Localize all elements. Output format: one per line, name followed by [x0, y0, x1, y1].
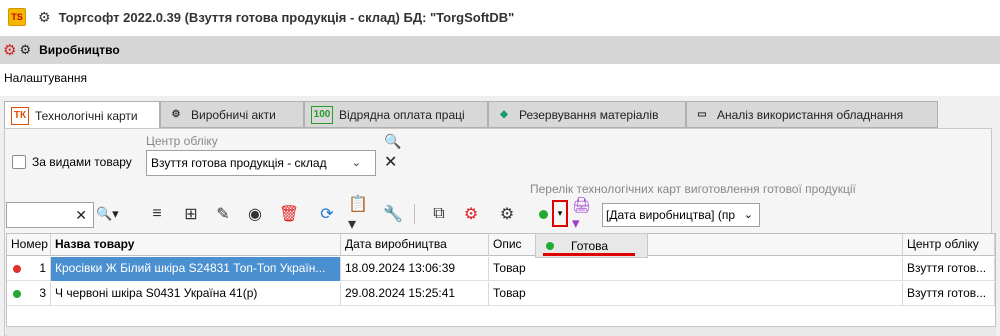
refresh-icon[interactable]: ⟳: [316, 203, 338, 225]
gear-icon: ⚙: [171, 109, 181, 120]
settings-gear-icon[interactable]: ⚙: [38, 9, 51, 26]
edit-icon[interactable]: ✎: [212, 203, 234, 225]
status-red-icon: [13, 265, 21, 273]
sort-value: [Дата виробництва] (пр: [606, 208, 735, 222]
row-date: 18.09.2024 13:06:39: [341, 257, 489, 281]
production-gear-icon[interactable]: ⚙: [460, 203, 482, 225]
module-gear-icon[interactable]: ⚙: [19, 42, 31, 58]
tab-materials-reservation[interactable]: ◆ Резервування матеріалів: [488, 101, 686, 128]
column-name[interactable]: Назва товару: [51, 234, 341, 256]
status-dot-icon: [539, 209, 548, 219]
status-dot-icon: [546, 241, 554, 250]
accounting-center-value: Взуття готова продукція - склад: [151, 156, 327, 170]
print-icon[interactable]: 🖨▾: [572, 197, 598, 232]
column-center[interactable]: Центр обліку: [903, 234, 995, 256]
column-number[interactable]: Номер: [7, 234, 51, 256]
tab-technological-cards[interactable]: ТК Технологічні карти: [4, 101, 160, 129]
module-title: Виробництво: [39, 43, 120, 57]
search-input[interactable]: ✕: [6, 202, 94, 228]
money-icon: 100: [311, 105, 333, 124]
table-row[interactable]: 3 Ч червоні шкіра S0431 Україна 41(р) 29…: [7, 282, 995, 306]
sort-select[interactable]: [Дата виробництва] (пр ⌄: [602, 203, 760, 227]
row-name: Кросівки Ж Білий шкіра S24831 Топ-Топ Ук…: [51, 257, 341, 281]
tab-label: Виробничі акти: [191, 107, 276, 122]
accounting-center-select[interactable]: Взуття готова продукція - склад ⌄: [146, 150, 376, 176]
toolbar-divider: [414, 204, 415, 224]
status-option-label: Готова: [571, 238, 609, 253]
production-gear-icon: ⚙: [3, 42, 17, 59]
row-name: Ч червоні шкіра S0431 Україна 41(р): [51, 282, 341, 306]
goods-type-filter[interactable]: За видами товару: [12, 155, 132, 169]
tab-label: Відрядна оплата праці: [339, 107, 465, 122]
layers-icon: ◆: [500, 109, 508, 120]
tab-piecework-pay[interactable]: 100 Відрядна оплата праці: [304, 101, 488, 128]
row-number: 1: [39, 261, 46, 275]
tab-label: Резервування матеріалів: [519, 107, 659, 122]
equipment-gear-icon[interactable]: ⚙: [496, 203, 518, 225]
tab-label: Технологічні карти: [35, 108, 138, 123]
title-bar: TS ⚙ Торгсофт 2022.0.39 (Взуття готова п…: [0, 0, 1000, 34]
tools-icon[interactable]: 🔧: [382, 203, 404, 225]
list-caption: Перелік технологічних карт виготовлення …: [530, 182, 856, 196]
cards-table: Номер Назва товару Дата виробництва Опис…: [6, 233, 996, 336]
tab-equipment-analysis[interactable]: ▭ Аналіз використання обладнання: [686, 101, 938, 128]
chevron-down-icon: ⌄: [351, 157, 361, 169]
clear-search-icon[interactable]: ✕: [75, 207, 87, 224]
accounting-center-label: Центр обліку: [146, 134, 218, 148]
grid-footer: [6, 326, 996, 336]
add-document-icon[interactable]: ⊞: [180, 203, 202, 225]
monitor-icon: ▭: [697, 109, 707, 120]
row-date: 29.08.2024 15:25:41: [341, 282, 489, 306]
row-description: Товар: [489, 282, 903, 306]
table-header: Номер Назва товару Дата виробництва Опис…: [7, 234, 995, 256]
chevron-down-icon: ⌄: [743, 209, 753, 221]
row-description: Товар: [489, 257, 903, 281]
row-number: 3: [39, 286, 46, 300]
search-icon[interactable]: 🔍: [384, 133, 401, 150]
module-bar: ⚙ ⚙ Виробництво: [0, 36, 1000, 64]
filter-icon[interactable]: ≡: [146, 203, 168, 225]
view-icon[interactable]: ◉: [244, 203, 266, 225]
goods-type-checkbox[interactable]: [12, 155, 26, 169]
window-title: Торгсофт 2022.0.39 (Взуття готова продук…: [58, 9, 515, 25]
search-options-icon[interactable]: 🔍▾: [96, 206, 119, 222]
tk-icon: ТК: [11, 106, 29, 125]
tab-label: Аналіз використання обладнання: [717, 107, 904, 122]
row-center: Взуття готов...: [903, 257, 995, 281]
status-filter-button[interactable]: ▾: [535, 200, 575, 227]
table-row[interactable]: 1 Кросівки Ж Білий шкіра S24831 Топ-Топ …: [7, 257, 995, 281]
close-icon[interactable]: ✕: [384, 152, 397, 172]
status-green-icon: [13, 290, 21, 298]
column-date[interactable]: Дата виробництва: [341, 234, 489, 256]
copy-icon[interactable]: ⧉: [428, 203, 450, 225]
row-center: Взуття готов...: [903, 282, 995, 306]
dropdown-arrow-icon[interactable]: ▾: [552, 200, 568, 227]
highlight-underline: [543, 253, 635, 256]
row-number-cell: 3: [7, 282, 51, 306]
clipboard-icon[interactable]: 📋▾: [348, 196, 374, 233]
row-number-cell: 1: [7, 257, 51, 281]
delete-icon[interactable]: 🗑: [278, 203, 300, 225]
app-logo-icon: TS: [8, 8, 26, 26]
settings-menu[interactable]: Налаштування: [4, 71, 87, 85]
goods-type-label: За видами товару: [32, 155, 132, 169]
tab-production-acts[interactable]: ⚙ Виробничі акти: [160, 101, 304, 128]
